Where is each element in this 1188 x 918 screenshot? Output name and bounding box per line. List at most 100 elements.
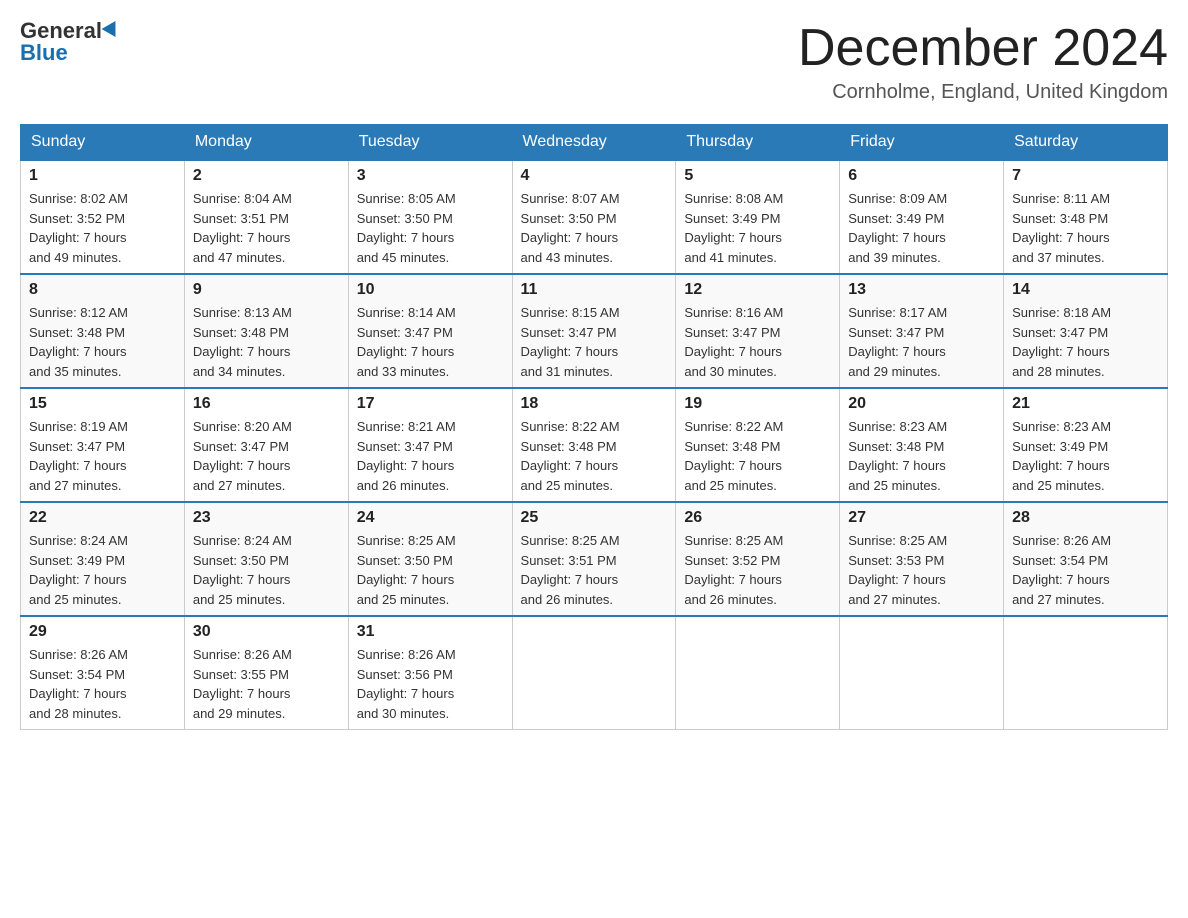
calendar-cell: 13 Sunrise: 8:17 AMSunset: 3:47 PMDayligh… [840,274,1004,388]
day-info: Sunrise: 8:15 AMSunset: 3:47 PMDaylight:… [521,303,668,381]
day-number: 9 [193,281,340,299]
day-number: 1 [29,167,176,185]
day-info: Sunrise: 8:22 AMSunset: 3:48 PMDaylight:… [684,417,831,495]
calendar-cell: 4 Sunrise: 8:07 AMSunset: 3:50 PMDaylight… [512,160,676,274]
calendar-cell: 14 Sunrise: 8:18 AMSunset: 3:47 PMDayligh… [1004,274,1168,388]
day-info: Sunrise: 8:02 AMSunset: 3:52 PMDaylight:… [29,189,176,267]
day-number: 30 [193,623,340,641]
week-row-2: 8Sunrise: 8:12 AMSunset: 3:48 PMDaylight… [21,274,1168,388]
day-number: 24 [357,509,504,527]
calendar-cell: 24 Sunrise: 8:25 AMSunset: 3:50 PMDayligh… [348,502,512,616]
day-number: 2 [193,167,340,185]
day-number: 28 [1012,509,1159,527]
day-number: 27 [848,509,995,527]
calendar-cell: 5 Sunrise: 8:08 AMSunset: 3:49 PMDaylight… [676,160,840,274]
calendar-cell: 17 Sunrise: 8:21 AMSunset: 3:47 PMDayligh… [348,388,512,502]
calendar-cell: 15 Sunrise: 8:19 AMSunset: 3:47 PMDayligh… [21,388,185,502]
day-number: 17 [357,395,504,413]
week-row-3: 15 Sunrise: 8:19 AMSunset: 3:47 PMDayligh… [21,388,1168,502]
header-thursday: Thursday [676,125,840,161]
title-block: December 2024 Cornholme, England, United… [798,20,1168,104]
calendar-cell [1004,616,1168,730]
day-number: 7 [1012,167,1159,185]
header-friday: Friday [840,125,1004,161]
day-info: Sunrise: 8:05 AMSunset: 3:50 PMDaylight:… [357,189,504,267]
day-number: 21 [1012,395,1159,413]
day-number: 23 [193,509,340,527]
day-info: Sunrise: 8:08 AMSunset: 3:49 PMDaylight:… [684,189,831,267]
calendar-cell: 25Sunrise: 8:25 AMSunset: 3:51 PMDayligh… [512,502,676,616]
header-wednesday: Wednesday [512,125,676,161]
logo-general-text: General [20,20,102,42]
calendar-cell: 31Sunrise: 8:26 AMSunset: 3:56 PMDayligh… [348,616,512,730]
calendar-cell: 23 Sunrise: 8:24 AMSunset: 3:50 PMDayligh… [184,502,348,616]
day-info: Sunrise: 8:22 AMSunset: 3:48 PMDaylight:… [521,417,668,495]
day-info: Sunrise: 8:23 AMSunset: 3:49 PMDaylight:… [1012,417,1159,495]
day-number: 15 [29,395,176,413]
calendar-cell: 10 Sunrise: 8:14 AMSunset: 3:47 PMDayligh… [348,274,512,388]
day-info: Sunrise: 8:21 AMSunset: 3:47 PMDaylight:… [357,417,504,495]
day-info: Sunrise: 8:07 AMSunset: 3:50 PMDaylight:… [521,189,668,267]
calendar-cell: 7 Sunrise: 8:11 AMSunset: 3:48 PMDaylight… [1004,160,1168,274]
calendar-cell: 26 Sunrise: 8:25 AMSunset: 3:52 PMDayligh… [676,502,840,616]
day-info: Sunrise: 8:19 AMSunset: 3:47 PMDaylight:… [29,417,176,495]
calendar-cell: 16Sunrise: 8:20 AMSunset: 3:47 PMDayligh… [184,388,348,502]
day-info: Sunrise: 8:26 AMSunset: 3:55 PMDaylight:… [193,645,340,723]
day-info: Sunrise: 8:25 AMSunset: 3:53 PMDaylight:… [848,531,995,609]
calendar-cell: 6 Sunrise: 8:09 AMSunset: 3:49 PMDaylight… [840,160,1004,274]
calendar-cell: 1 Sunrise: 8:02 AMSunset: 3:52 PMDaylight… [21,160,185,274]
day-info: Sunrise: 8:24 AMSunset: 3:50 PMDaylight:… [193,531,340,609]
day-number: 26 [684,509,831,527]
day-info: Sunrise: 8:20 AMSunset: 3:47 PMDaylight:… [193,417,340,495]
day-number: 20 [848,395,995,413]
header-monday: Monday [184,125,348,161]
day-number: 6 [848,167,995,185]
day-info: Sunrise: 8:25 AMSunset: 3:52 PMDaylight:… [684,531,831,609]
day-number: 10 [357,281,504,299]
header-tuesday: Tuesday [348,125,512,161]
week-row-4: 22Sunrise: 8:24 AMSunset: 3:49 PMDayligh… [21,502,1168,616]
day-info: Sunrise: 8:25 AMSunset: 3:50 PMDaylight:… [357,531,504,609]
day-number: 5 [684,167,831,185]
calendar-cell: 27 Sunrise: 8:25 AMSunset: 3:53 PMDayligh… [840,502,1004,616]
calendar-cell: 18 Sunrise: 8:22 AMSunset: 3:48 PMDayligh… [512,388,676,502]
day-number: 12 [684,281,831,299]
day-info: Sunrise: 8:23 AMSunset: 3:48 PMDaylight:… [848,417,995,495]
calendar-cell [512,616,676,730]
logo-blue-text: Blue [20,42,68,64]
day-info: Sunrise: 8:26 AMSunset: 3:54 PMDaylight:… [29,645,176,723]
calendar-cell: 28 Sunrise: 8:26 AMSunset: 3:54 PMDayligh… [1004,502,1168,616]
day-info: Sunrise: 8:26 AMSunset: 3:56 PMDaylight:… [357,645,504,723]
logo: General Blue [20,20,120,64]
day-number: 22 [29,509,176,527]
location-subtitle: Cornholme, England, United Kingdom [798,81,1168,104]
calendar-cell: 21 Sunrise: 8:23 AMSunset: 3:49 PMDayligh… [1004,388,1168,502]
day-number: 14 [1012,281,1159,299]
day-info: Sunrise: 8:18 AMSunset: 3:47 PMDaylight:… [1012,303,1159,381]
calendar-cell: 3 Sunrise: 8:05 AMSunset: 3:50 PMDaylight… [348,160,512,274]
weekday-header-row: Sunday Monday Tuesday Wednesday Thursday… [21,125,1168,161]
day-info: Sunrise: 8:09 AMSunset: 3:49 PMDaylight:… [848,189,995,267]
day-number: 4 [521,167,668,185]
month-title: December 2024 [798,20,1168,77]
day-info: Sunrise: 8:04 AMSunset: 3:51 PMDaylight:… [193,189,340,267]
day-number: 18 [521,395,668,413]
calendar-cell: 8Sunrise: 8:12 AMSunset: 3:48 PMDaylight… [21,274,185,388]
day-number: 3 [357,167,504,185]
day-info: Sunrise: 8:12 AMSunset: 3:48 PMDaylight:… [29,303,176,381]
calendar-cell: 2 Sunrise: 8:04 AMSunset: 3:51 PMDaylight… [184,160,348,274]
day-info: Sunrise: 8:17 AMSunset: 3:47 PMDaylight:… [848,303,995,381]
day-info: Sunrise: 8:11 AMSunset: 3:48 PMDaylight:… [1012,189,1159,267]
day-info: Sunrise: 8:14 AMSunset: 3:47 PMDaylight:… [357,303,504,381]
day-number: 29 [29,623,176,641]
day-info: Sunrise: 8:26 AMSunset: 3:54 PMDaylight:… [1012,531,1159,609]
day-info: Sunrise: 8:25 AMSunset: 3:51 PMDaylight:… [521,531,668,609]
header-saturday: Saturday [1004,125,1168,161]
day-info: Sunrise: 8:16 AMSunset: 3:47 PMDaylight:… [684,303,831,381]
calendar-cell: 9 Sunrise: 8:13 AMSunset: 3:48 PMDaylight… [184,274,348,388]
header-sunday: Sunday [21,125,185,161]
day-number: 13 [848,281,995,299]
day-info: Sunrise: 8:13 AMSunset: 3:48 PMDaylight:… [193,303,340,381]
calendar-table: Sunday Monday Tuesday Wednesday Thursday… [20,124,1168,730]
logo-triangle-icon [102,21,123,41]
